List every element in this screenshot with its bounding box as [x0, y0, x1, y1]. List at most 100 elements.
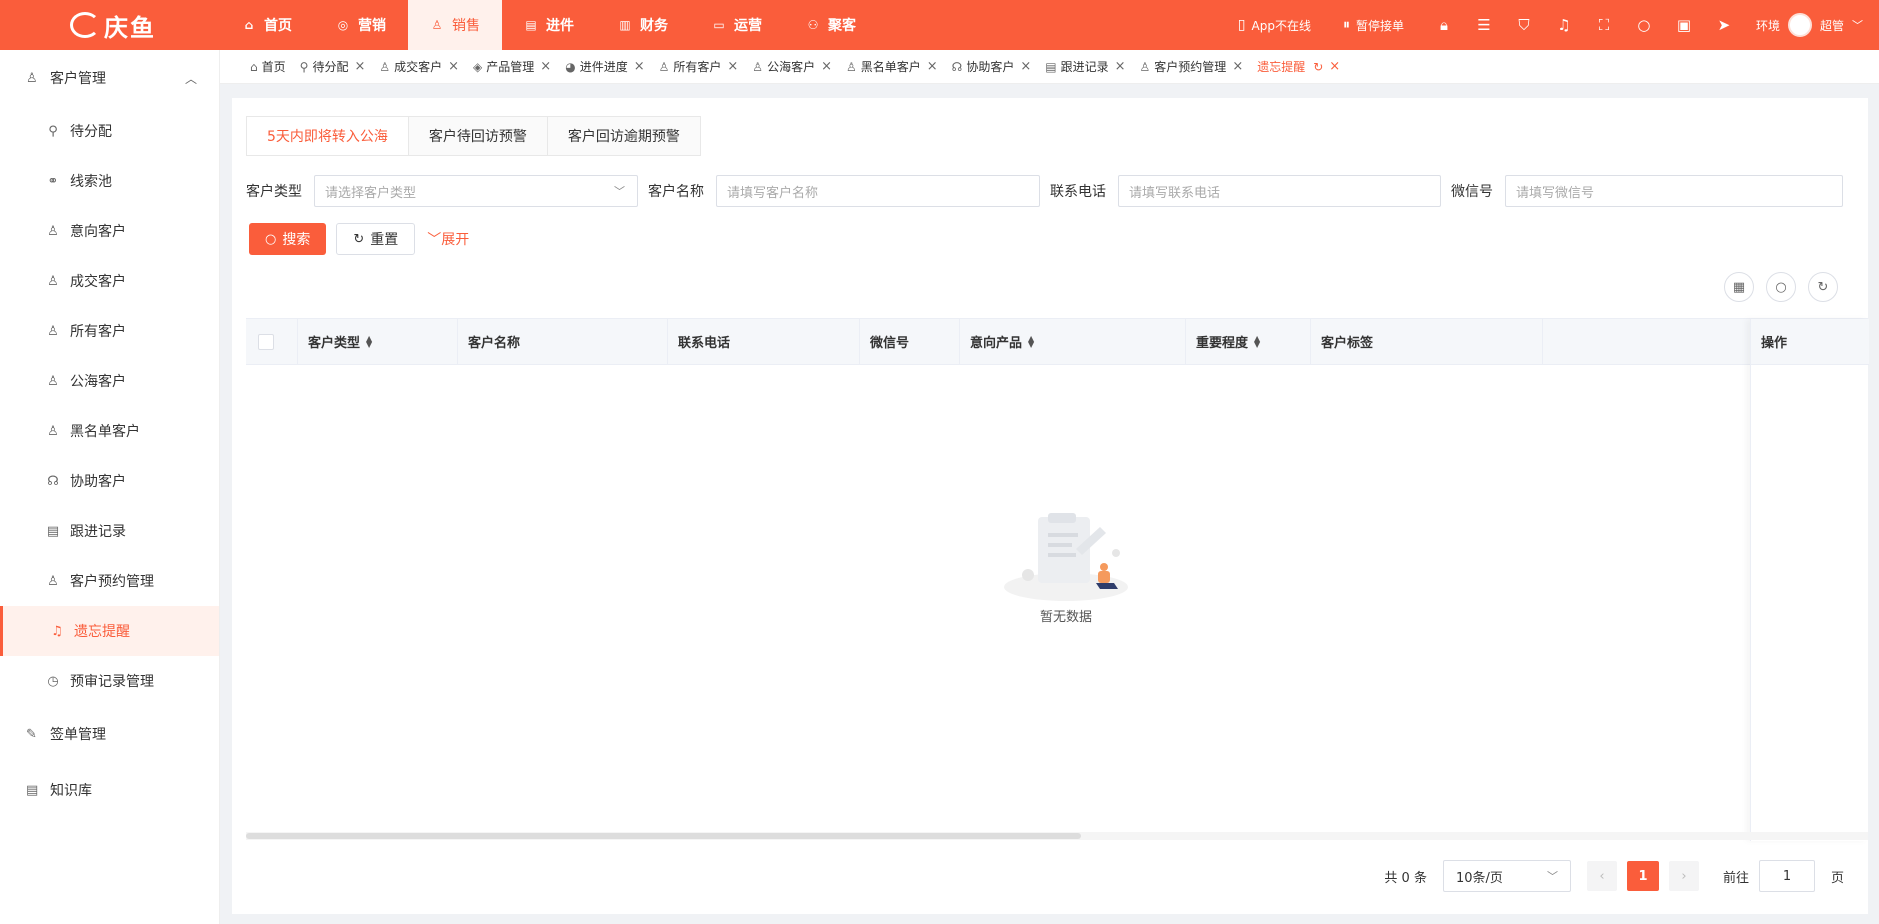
sort-icon[interactable]: ▲ ▼ [366, 334, 372, 348]
sidebar-group-knowledge[interactable]: ▤ 知识库 [0, 762, 219, 818]
top-nav-item[interactable]: ▭ 运营 [690, 0, 784, 50]
goto-label: 前往 [1722, 870, 1749, 886]
briefcase-icon[interactable]: ▣ [1676, 17, 1692, 33]
column-settings-icon[interactable]: ▦ [1724, 272, 1754, 302]
sidebar-group-sign[interactable]: ✎ 签单管理 [0, 706, 219, 762]
user-menu[interactable]: 环境 超管 ﹀ [1756, 13, 1863, 37]
sidebar-item[interactable]: ☊ 协助客户 [0, 456, 219, 506]
reset-button[interactable]: ↻ 重置 [336, 223, 416, 255]
column-header-label: 重要程度 [1196, 336, 1249, 351]
page-tab[interactable]: 遗忘提醒 ↻ × [1257, 58, 1340, 75]
sidebar-item-label: 公海客户 [70, 374, 126, 390]
tab-icon: ⚲ [299, 59, 309, 74]
top-nav-item[interactable]: ⌂ 首页 [220, 0, 314, 50]
sidebar-item[interactable]: ♙ 客户预约管理 [0, 556, 219, 606]
pause-orders-button[interactable]: ⏸ 暂停接单 [1343, 17, 1404, 34]
sign-icon: ✎ [26, 726, 37, 742]
sidebar-item[interactable]: ◷ 预审记录管理 [0, 656, 219, 706]
sidebar-item[interactable]: ♙ 成交客户 [0, 256, 219, 306]
next-page-button[interactable]: › [1668, 861, 1699, 891]
page-tab[interactable]: ⚲ 待分配 × [300, 58, 366, 75]
page-tab[interactable]: ♙ 成交客户 × [379, 58, 459, 75]
lock-icon[interactable]: 🔒︎ [1436, 17, 1452, 33]
close-icon[interactable]: × [354, 59, 365, 74]
sidebar-item[interactable]: ⚭ 线索池 [0, 156, 219, 206]
send-icon[interactable]: ➤ [1716, 17, 1732, 33]
wechat-input[interactable]: 请填写微信号 [1505, 175, 1843, 207]
sidebar-item[interactable]: ♙ 意向客户 [0, 206, 219, 256]
search-button[interactable]: ○ 搜索 [249, 223, 327, 255]
bell-icon[interactable]: ♫ [1556, 17, 1572, 33]
sidebar-group-label: 签单管理 [50, 727, 106, 743]
close-icon[interactable]: × [1020, 59, 1031, 74]
logo[interactable]: 庆鱼 [0, 0, 220, 50]
column-header[interactable]: 重要程度 ▲ ▼ [1186, 318, 1311, 365]
close-icon[interactable]: × [821, 59, 832, 74]
subtab[interactable]: 客户待回访预警 [408, 117, 548, 155]
customer-name-input[interactable]: 请填写客户名称 [716, 175, 1040, 207]
search-icon[interactable]: ○ [1636, 17, 1652, 33]
subtab[interactable]: 客户回访逾期预警 [547, 117, 700, 155]
tab-label: 跟进记录 [1060, 60, 1109, 74]
close-icon[interactable]: × [1329, 59, 1340, 74]
sidebar-item[interactable]: ▤ 跟进记录 [0, 506, 219, 556]
page-tab[interactable]: ♙ 黑名单客户 × [846, 58, 938, 75]
scrollbar-thumb[interactable] [246, 833, 1081, 839]
sidebar-item[interactable]: ♙ 所有客户 [0, 306, 219, 356]
page-tab[interactable]: ♙ 公海客户 × [752, 58, 832, 75]
close-icon[interactable]: × [1115, 59, 1126, 74]
top-nav-item[interactable]: ♙ 销售 [408, 0, 502, 50]
top-nav-item[interactable]: ◎ 营销 [314, 0, 408, 50]
shirt-icon[interactable]: ⛉ [1516, 17, 1532, 33]
page-tab[interactable]: ♙ 所有客户 × [659, 58, 739, 75]
sidebar-item[interactable]: ⚲ 待分配 [0, 106, 219, 156]
sidebar-group-customer[interactable]: ♙ 客户管理 ︿ [0, 50, 219, 106]
close-icon[interactable]: × [540, 59, 551, 74]
refresh-icon[interactable]: ↻ [1808, 272, 1838, 302]
sales-icon: ♙ [431, 18, 443, 32]
close-icon[interactable]: × [448, 59, 459, 74]
goto-page-input[interactable]: 1 [1758, 860, 1815, 892]
page-tab[interactable]: ☊ 协助客户 × [952, 58, 1032, 75]
top-nav-item[interactable]: ▥ 财务 [596, 0, 690, 50]
close-icon[interactable]: × [927, 59, 938, 74]
fullscreen-icon[interactable]: ⛶ [1596, 17, 1612, 33]
tab-label: 公海客户 [767, 60, 816, 74]
page-tab[interactable]: ♙ 客户预约管理 × [1140, 58, 1244, 75]
column-header: 客户标签 [1311, 318, 1543, 365]
column-header[interactable]: 客户类型 ▲ ▼ [298, 318, 458, 365]
close-icon[interactable]: × [634, 59, 645, 74]
page-tab[interactable]: ◕ 进件进度 × [565, 58, 644, 75]
customer-type-select[interactable]: 请选择客户类型 ﹀ [314, 175, 638, 207]
page-tab[interactable]: ◈ 产品管理 × [473, 58, 551, 75]
refresh-icon[interactable]: ↻ [1313, 60, 1323, 74]
customer-icon: ♙ [26, 70, 38, 86]
top-nav-item[interactable]: ⚇ 聚客 [784, 0, 878, 50]
page-tab[interactable]: ▤ 跟进记录 × [1045, 58, 1125, 75]
sidebar-item[interactable]: ♙ 公海客户 [0, 356, 219, 406]
close-icon[interactable]: × [727, 59, 738, 74]
search-icon[interactable]: ○ [1766, 272, 1796, 302]
prev-page-button[interactable]: ‹ [1586, 861, 1617, 891]
top-nav-label: 营销 [358, 18, 386, 34]
subtabs: 5天内即将转入公海 客户待回访预警 客户回访逾期预警 [246, 116, 701, 156]
top-nav-item[interactable]: ▤ 进件 [502, 0, 596, 50]
column-header[interactable]: 意向产品 ▲ ▼ [960, 318, 1186, 365]
sidebar-item[interactable]: ♫ 遗忘提醒 [0, 606, 219, 656]
page-number-button[interactable]: 1 [1626, 861, 1659, 891]
sort-icon[interactable]: ▲ ▼ [1028, 334, 1034, 348]
home-icon: ⌂ [244, 18, 254, 32]
tab-label: 黑名单客户 [860, 60, 921, 74]
expand-link[interactable]: ﹀展开 [427, 229, 469, 249]
filter-list-icon[interactable]: ☰ [1476, 17, 1492, 33]
sort-icon[interactable]: ▲ ▼ [1254, 334, 1260, 348]
select-all-checkbox[interactable] [258, 333, 274, 350]
phone-input[interactable]: 请填写联系电话 [1118, 175, 1441, 207]
sidebar-item[interactable]: ♙ 黑名单客户 [0, 406, 219, 456]
app-status-button[interactable]: ▯ App不在线 [1238, 17, 1311, 34]
horizontal-scrollbar[interactable] [246, 832, 1868, 840]
close-icon[interactable]: × [1232, 59, 1243, 74]
page-tab[interactable]: ⌂ 首页 [250, 58, 286, 75]
page-size-select[interactable]: 10条/页 ﹀ [1442, 860, 1571, 892]
subtab[interactable]: 5天内即将转入公海 [247, 117, 409, 155]
